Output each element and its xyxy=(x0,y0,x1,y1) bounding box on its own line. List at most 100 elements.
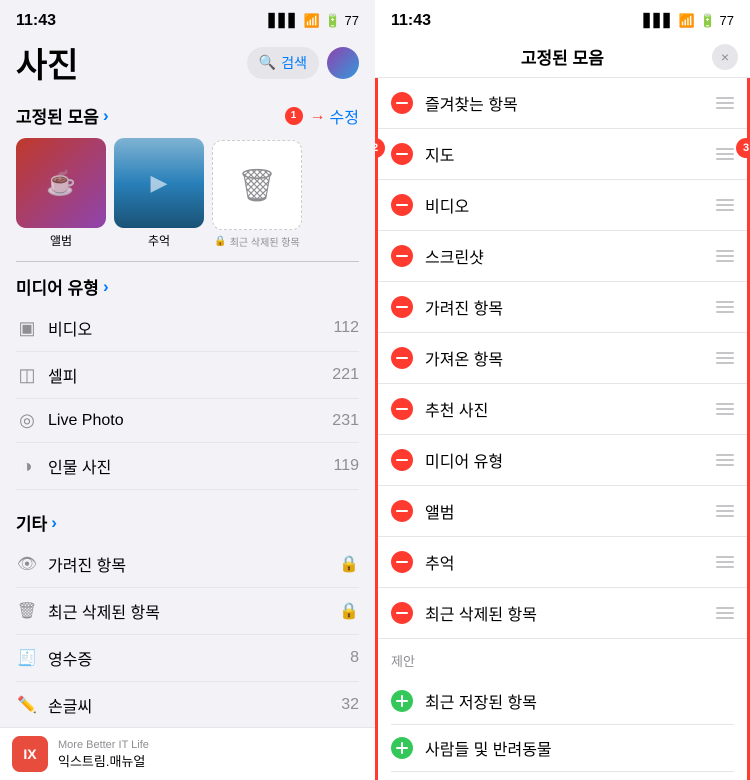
selfie-icon: ◫ xyxy=(16,365,38,386)
other-chevron: › xyxy=(51,513,57,533)
mediatype-label: 미디어 유형 xyxy=(425,448,704,472)
right-wifi-icon: 📶 xyxy=(679,13,695,29)
avatar[interactable] xyxy=(327,47,359,79)
close-icon: × xyxy=(721,49,729,65)
battery-icon: 🔋 77 xyxy=(325,13,359,29)
add-people-button[interactable] xyxy=(391,737,413,759)
modal-item-recentdeleted[interactable]: 최근 삭제된 항목 xyxy=(375,588,750,639)
remove-screenshot-button[interactable] xyxy=(391,245,413,267)
pinned-memories[interactable]: ▶ 추억 xyxy=(114,138,204,249)
modal-item-mediatype[interactable]: 미디어 유형 xyxy=(375,435,750,486)
memories-thumb-bg: ▶ xyxy=(114,138,204,228)
drag-handle[interactable] xyxy=(716,148,734,160)
remove-favorites-button[interactable] xyxy=(391,92,413,114)
edit-button[interactable]: 1 → 수정 xyxy=(285,104,359,128)
drag-handle[interactable] xyxy=(716,97,734,109)
modal-item-screenshot[interactable]: 스크린샷 xyxy=(375,231,750,282)
drag-handle[interactable] xyxy=(716,250,734,262)
drag-handle[interactable] xyxy=(716,607,734,619)
remove-video-button[interactable] xyxy=(391,194,413,216)
add-recent-button[interactable] xyxy=(391,690,413,712)
remove-recentdeleted-button[interactable] xyxy=(391,602,413,624)
media-item-video[interactable]: ▣ 비디오 112 xyxy=(16,305,359,352)
drag-handle[interactable] xyxy=(716,199,734,211)
drag-handle[interactable] xyxy=(716,505,734,517)
left-status-time: 11:43 xyxy=(16,12,56,30)
wifi-icon: 📶 xyxy=(304,13,320,29)
minus-icon xyxy=(396,459,408,461)
media-item-portrait[interactable]: ◑ 인물 사진 119 xyxy=(16,443,359,490)
remove-recommended-button[interactable] xyxy=(391,398,413,420)
other-item-receipt[interactable]: 🧾 영수증 8 xyxy=(16,635,359,682)
right-status-time: 11:43 xyxy=(391,12,431,30)
other-item-handwriting[interactable]: ✏️ 손글씨 32 xyxy=(16,682,359,729)
suggest-item-people[interactable]: 사람들 및 반려동물 xyxy=(391,725,734,772)
drag-handle[interactable] xyxy=(716,403,734,415)
remove-hidden-button[interactable] xyxy=(391,296,413,318)
right-status-bar: 11:43 ▋▋▋ 📶 🔋 77 xyxy=(375,0,750,34)
minus-icon xyxy=(396,612,408,614)
suggestions-section: 제안 최근 저장된 항목 사람들 및 반려동물 xyxy=(375,639,750,780)
modal-item-album[interactable]: 앨범 xyxy=(375,486,750,537)
modal-item-recommended[interactable]: 추천 사진 xyxy=(375,384,750,435)
video-icon: ▣ xyxy=(16,318,38,339)
hidden-label: 가려진 항목 xyxy=(48,552,126,576)
drag-handle[interactable] xyxy=(716,301,734,313)
other-header: 기타 › xyxy=(16,510,359,535)
remove-mediatype-button[interactable] xyxy=(391,449,413,471)
left-header: 사진 🔍 검색 xyxy=(0,34,375,95)
minus-icon xyxy=(396,204,408,206)
modal-item-map[interactable]: 지도 xyxy=(375,129,750,180)
remove-map-button[interactable] xyxy=(391,143,413,165)
remove-imported-button[interactable] xyxy=(391,347,413,369)
drag-handle[interactable] xyxy=(716,454,734,466)
remove-memories-button[interactable] xyxy=(391,551,413,573)
album-label: 앨범 xyxy=(50,232,72,249)
minus-icon xyxy=(396,357,408,359)
suggest-item-recent[interactable]: 최근 저장된 항목 xyxy=(391,678,734,725)
drag-handle[interactable] xyxy=(716,556,734,568)
left-red-border xyxy=(375,78,378,780)
handwriting-icon: ✏️ xyxy=(16,695,38,715)
plus-icon xyxy=(396,742,408,754)
suggest-item-travel[interactable]: 여행 xyxy=(391,772,734,780)
lock-icon: 🔒 xyxy=(214,236,226,247)
modal-item-video[interactable]: 비디오 xyxy=(375,180,750,231)
pinned-section-header: 고정된 모음 › 1 → 수정 xyxy=(0,95,375,134)
album-thumbnail: ☕ xyxy=(16,138,106,228)
pinned-deleted[interactable]: 🗑 🔒 최근 삭제된 항목 xyxy=(212,140,302,249)
memories-label-modal: 추억 xyxy=(425,550,704,574)
media-item-livephoto[interactable]: ◎ Live Photo 231 xyxy=(16,399,359,443)
close-button[interactable]: × xyxy=(712,44,738,70)
album-thumb-bg: ☕ xyxy=(16,138,106,228)
video-count: 112 xyxy=(333,319,359,337)
modal-item-hidden[interactable]: 가려진 항목 xyxy=(375,282,750,333)
media-header: 미디어 유형 › xyxy=(16,274,359,299)
watermark-site: 익스트림.매뉴얼 xyxy=(58,751,149,770)
remove-album-button[interactable] xyxy=(391,500,413,522)
pinned-album[interactable]: ☕ 앨범 xyxy=(16,138,106,249)
drag-handle[interactable] xyxy=(716,352,734,364)
receipt-icon: 🧾 xyxy=(16,648,38,668)
search-button[interactable]: 🔍 검색 xyxy=(247,47,319,79)
modal-item-memories[interactable]: 추억 xyxy=(375,537,750,588)
other-item-hidden[interactable]: 👁 가려진 항목 🔒 xyxy=(16,541,359,588)
arrow-icon: → xyxy=(310,107,326,125)
badge-3: 3 xyxy=(736,138,750,158)
hidden-icon: 👁 xyxy=(16,554,38,574)
modal-item-imported[interactable]: 가져온 항목 xyxy=(375,333,750,384)
signal-icon: ▋▋▋ xyxy=(269,13,299,29)
media-item-selfie[interactable]: ◫ 셀피 221 xyxy=(16,352,359,399)
minus-icon xyxy=(396,102,408,104)
modal-header: 고정된 모음 × xyxy=(375,34,750,78)
modal-item-favorites[interactable]: 즐겨찾는 항목 xyxy=(375,78,750,129)
other-item-deleted[interactable]: 🗑 최근 삭제된 항목 🔒 xyxy=(16,588,359,635)
watermark-logo: IX xyxy=(12,736,48,772)
album-icon: ☕ xyxy=(46,169,76,198)
right-signal-icon: ▋▋▋ xyxy=(644,13,674,29)
handwriting-count: 32 xyxy=(341,696,359,714)
divider-1 xyxy=(16,261,359,262)
suggestions-title: 제안 xyxy=(391,651,734,670)
media-section: 미디어 유형 › ▣ 비디오 112 ◫ 셀피 221 ◎ Live Photo… xyxy=(0,266,375,494)
minus-icon xyxy=(396,255,408,257)
